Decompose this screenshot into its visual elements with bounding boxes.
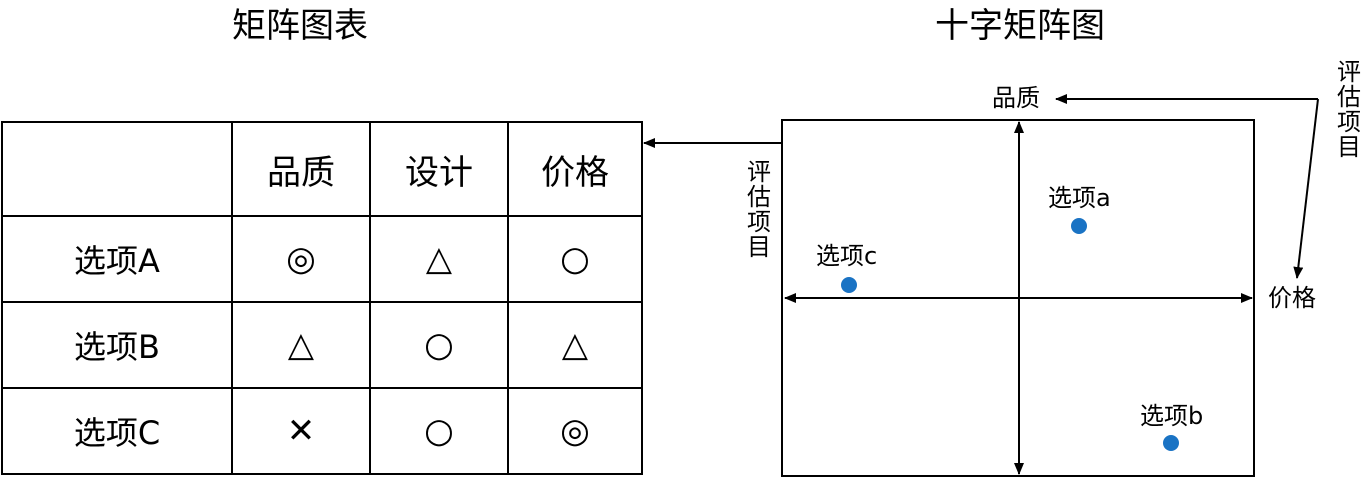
axis-label-quality: 品质: [992, 84, 1040, 112]
point-option-a: [1071, 218, 1087, 234]
point-option-c: [841, 277, 857, 293]
axis-label-price: 价格: [1268, 284, 1316, 312]
eval-items-label-right: 评估项目: [1337, 58, 1361, 161]
point-label-option-a: 选项a: [1048, 184, 1111, 212]
point-label-option-c: 选项c: [816, 242, 878, 270]
eval-arrow-side: [1293, 98, 1319, 279]
point-option-b: [1163, 435, 1179, 451]
eval-items-label-left: 评估项目: [747, 158, 771, 261]
point-label-option-b: 选项b: [1140, 402, 1204, 430]
